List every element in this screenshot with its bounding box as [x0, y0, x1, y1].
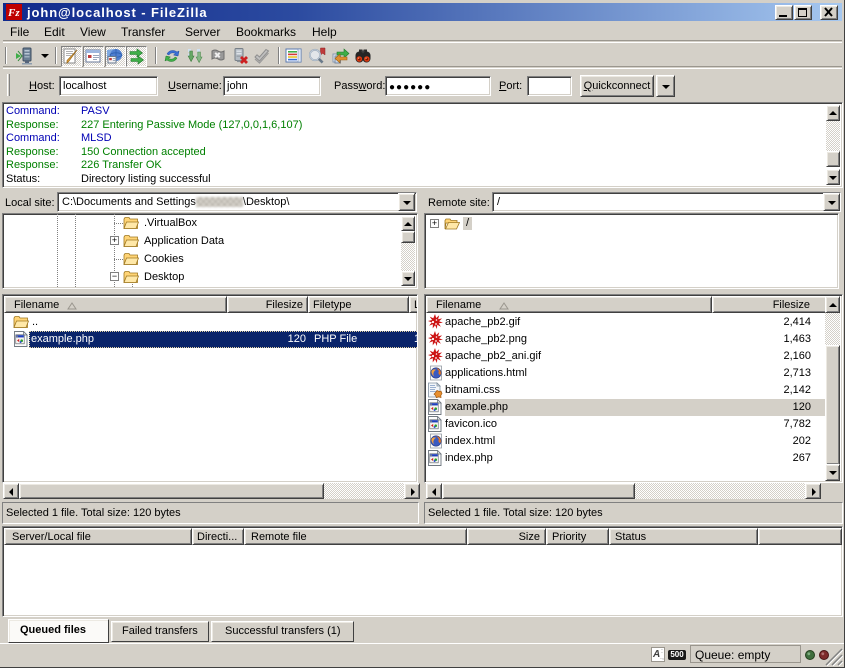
svg-text:Fz: Fz	[7, 7, 20, 19]
